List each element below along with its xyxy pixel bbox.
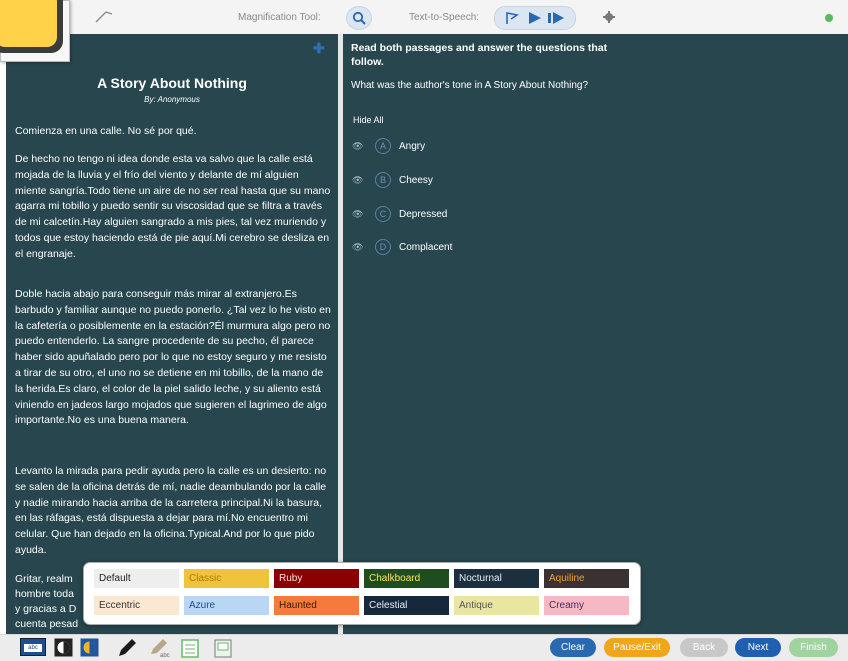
theme-swatch-celestial[interactable]: Celestial (364, 596, 449, 615)
svg-text:abc: abc (160, 653, 170, 658)
passage-paragraph: Comienza en una calle. No sé por qué. (15, 125, 197, 137)
back-button[interactable]: Back (680, 638, 728, 657)
gear-icon[interactable] (603, 11, 615, 23)
eye-icon[interactable]: 👁 (352, 141, 366, 152)
answer-option-a[interactable]: 👁 A Angry (352, 136, 425, 156)
notepad-icon[interactable] (181, 638, 199, 658)
eye-icon[interactable]: 👁 (352, 242, 366, 253)
magnification-label: Magnification Tool: (238, 12, 321, 23)
color-theme-icon[interactable] (80, 638, 99, 657)
theme-swatch-chalkboard[interactable]: Chalkboard (364, 569, 449, 588)
option-letter: D (375, 239, 391, 255)
play-icon[interactable] (523, 11, 545, 25)
option-letter: B (375, 172, 391, 188)
answer-option-d[interactable]: 👁 D Complacent (352, 237, 452, 257)
bottom-toolbar: abc abc Clear Pause/Exit Back Next Finis… (0, 634, 848, 661)
expand-icon[interactable]: ✚ (313, 40, 325, 57)
app-icon[interactable] (0, 0, 70, 62)
theme-swatch-default[interactable]: Default (94, 569, 179, 588)
theme-swatch-azure[interactable]: Azure (184, 596, 269, 615)
top-toolbar: Magnification Tool: Text-to-Speech: (0, 0, 848, 35)
question-panel: Read both passages and answer the questi… (343, 34, 848, 634)
option-text: Angry (399, 140, 426, 152)
search-icon (352, 11, 366, 25)
passage-byline: By: Anonymous (144, 95, 200, 104)
pen-icon[interactable] (116, 638, 138, 658)
pen-cursor-icon (95, 11, 113, 23)
option-letter: C (375, 206, 391, 222)
theme-swatch-creamy[interactable]: Creamy (544, 596, 629, 615)
theme-swatch-classic[interactable]: Classic (184, 569, 269, 588)
tts-controls (494, 6, 576, 30)
theme-swatch-eccentric[interactable]: Eccentric (94, 596, 179, 615)
option-text: Depressed (399, 208, 448, 220)
option-text: Cheesy (399, 174, 433, 186)
theme-swatch-ruby[interactable]: Ruby (274, 569, 359, 588)
eye-icon[interactable]: 👁 (352, 175, 366, 186)
pause-exit-button[interactable]: Pause/Exit (604, 638, 670, 657)
finish-button[interactable]: Finish (789, 638, 838, 657)
contrast-icon[interactable] (54, 638, 73, 657)
passage-paragraph: Doble hacia abajo para conseguir más mir… (15, 288, 331, 427)
passage-title: A Story About Nothing (97, 75, 247, 91)
skip-icon[interactable] (545, 11, 567, 25)
eye-icon[interactable]: 👁 (352, 209, 366, 220)
theme-swatch-nocturnal[interactable]: Nocturnal (454, 569, 539, 588)
color-theme-palette: Default Classic Ruby Chalkboard Nocturna… (83, 562, 641, 625)
status-dot-icon (825, 14, 833, 22)
next-button[interactable]: Next (735, 638, 781, 657)
line-reader-text: abc (24, 644, 42, 652)
answer-option-c[interactable]: 👁 C Depressed (352, 204, 447, 224)
hide-all-button[interactable]: Hide All (353, 115, 384, 125)
theme-swatch-haunted[interactable]: Haunted (274, 596, 359, 615)
passage-paragraph: De hecho no tengo ni idea donde esta va … (15, 153, 331, 260)
passage-paragraph: Levanto la mirada para pedir ayuda pero … (15, 465, 327, 556)
option-text: Complacent (399, 241, 453, 253)
tts-label: Text-to-Speech: (409, 12, 480, 23)
option-letter: A (375, 138, 391, 154)
highlighter-icon[interactable]: abc (148, 638, 174, 658)
answer-option-b[interactable]: 👁 B Cheesy (352, 170, 433, 190)
question-instructions: Read both passages and answer the questi… (351, 42, 608, 68)
clear-button[interactable]: Clear (550, 638, 596, 657)
line-reader-icon[interactable]: abc (20, 638, 46, 656)
question-prompt: What was the author's tone in A Story Ab… (351, 80, 589, 91)
theme-swatch-antique[interactable]: Antique (454, 596, 539, 615)
passage-panel: ✚ A Story About Nothing By: Anonymous Co… (6, 34, 338, 634)
theme-swatch-aquiline[interactable]: Aquiline (544, 569, 629, 588)
flag-icon[interactable] (503, 11, 523, 25)
sticky-note-icon[interactable] (214, 638, 232, 658)
magnify-button[interactable] (346, 6, 372, 30)
